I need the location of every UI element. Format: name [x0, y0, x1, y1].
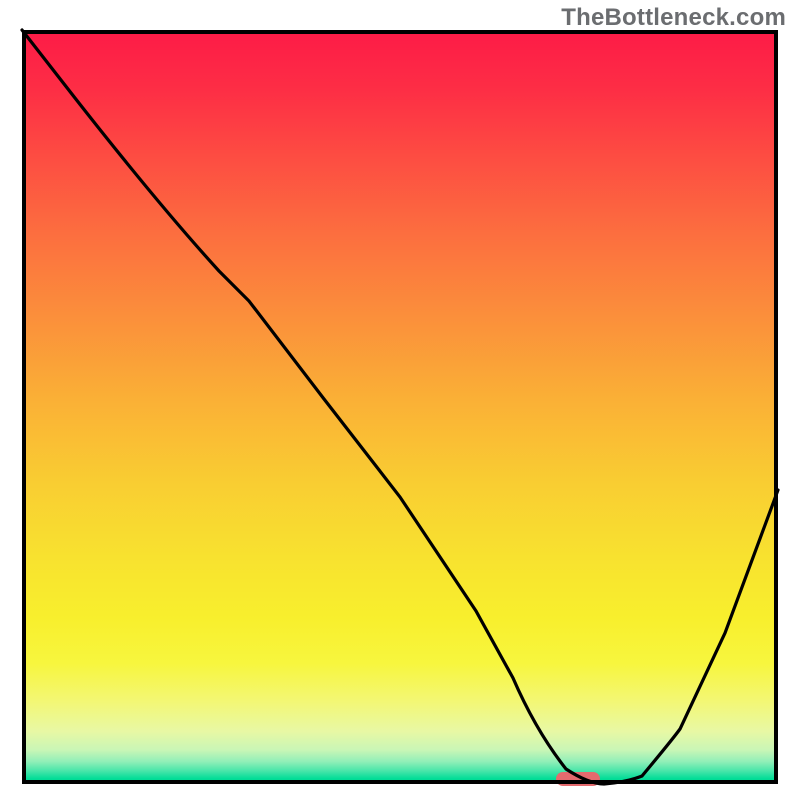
chart-stage: TheBottleneck.com — [0, 0, 800, 800]
watermark-text: TheBottleneck.com — [561, 4, 786, 32]
plot-area — [22, 30, 778, 784]
bottleneck-curve-path — [22, 30, 778, 784]
curve-svg — [22, 30, 778, 784]
